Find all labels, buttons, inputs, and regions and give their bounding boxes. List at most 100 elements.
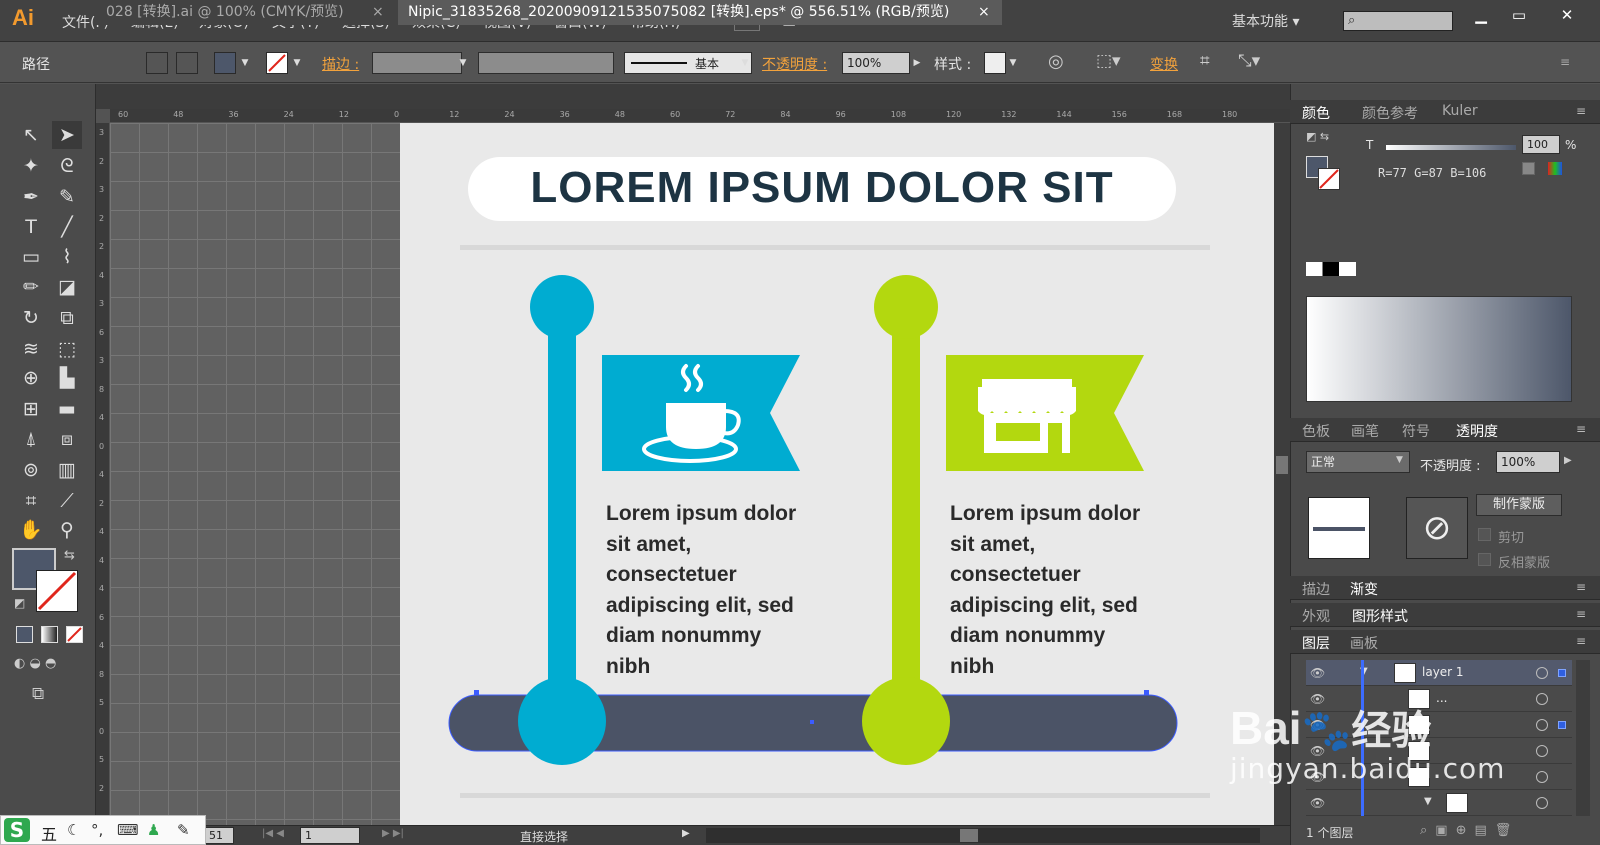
- opacity-panel-link[interactable]: 不透明度 :: [762, 54, 827, 74]
- brush-definition-select[interactable]: 基本: [624, 52, 752, 74]
- brush-dropdown-icon[interactable]: ▼: [738, 52, 752, 74]
- stroke-panel-link[interactable]: 描边 :: [322, 54, 359, 74]
- center-point[interactable]: [810, 720, 814, 724]
- tab-gradient[interactable]: 渐变: [1350, 579, 1378, 599]
- target-icon[interactable]: [1536, 745, 1548, 757]
- keyboard-icon[interactable]: ⌨: [117, 821, 139, 839]
- width-tool-icon[interactable]: ≋: [16, 335, 46, 363]
- first-page-icon[interactable]: |◀ ◀: [262, 828, 284, 839]
- out-of-gamut-icon[interactable]: [1522, 162, 1535, 175]
- zoom-tool-icon[interactable]: ⚲: [52, 516, 82, 544]
- stroke-dropdown-icon[interactable]: ▼: [290, 52, 304, 74]
- tab-stroke[interactable]: 描边: [1302, 579, 1330, 599]
- rectangle-tool-icon[interactable]: ▭: [16, 243, 46, 271]
- none-black-white-swatches[interactable]: [1306, 262, 1356, 276]
- anchor-point-icon[interactable]: [176, 52, 198, 74]
- blue-pole[interactable]: [548, 311, 576, 731]
- gradient-mode-icon[interactable]: [41, 626, 58, 643]
- curvature-tool-icon[interactable]: ✎: [52, 183, 82, 211]
- blend-tool-icon[interactable]: ⧈: [52, 425, 82, 453]
- moon-icon[interactable]: ☾: [67, 821, 80, 839]
- slice-tool-icon[interactable]: ⟋: [52, 487, 82, 515]
- wrench-icon[interactable]: ✎: [177, 821, 190, 839]
- control-bar-menu-icon[interactable]: ≡: [1560, 55, 1570, 69]
- disclosure-triangle-icon[interactable]: ▼: [1424, 796, 1432, 807]
- invert-mask-checkbox[interactable]: [1478, 553, 1491, 566]
- align-options-icon[interactable]: ⬚▾: [1096, 51, 1121, 71]
- punctuation-icon[interactable]: °,: [91, 821, 103, 839]
- shape-builder-tool-icon[interactable]: ⊕: [16, 364, 46, 392]
- ime-toolbar[interactable]: S 五 ☾ °, ⌨ ♟ ✎: [0, 815, 206, 845]
- transform-panel-link[interactable]: 变换: [1150, 54, 1178, 74]
- spectrum-icon[interactable]: [1548, 162, 1562, 175]
- target-icon[interactable]: [1536, 693, 1548, 705]
- minimize-button[interactable]: ▁: [1466, 4, 1496, 26]
- transform-box-icon[interactable]: ⌗: [1200, 51, 1210, 71]
- close-tab-icon[interactable]: ×: [372, 0, 384, 25]
- tab-brushes[interactable]: 画笔: [1351, 421, 1379, 441]
- fill-color-swatch[interactable]: [214, 52, 236, 74]
- rotate-tool-icon[interactable]: ↻: [16, 304, 46, 332]
- fill-dropdown-icon[interactable]: ▼: [238, 52, 252, 74]
- column-graph-tool-icon[interactable]: ▙: [52, 364, 82, 392]
- help-search-input[interactable]: ⌕: [1343, 11, 1453, 31]
- clip-checkbox[interactable]: [1478, 528, 1491, 541]
- color-mode-icon[interactable]: [16, 626, 33, 643]
- gradient-tool-icon[interactable]: ▬: [52, 395, 82, 423]
- skin-icon[interactable]: ♟: [147, 821, 160, 839]
- line-tool-icon[interactable]: ╱: [52, 213, 82, 241]
- transparency-opacity-input[interactable]: 100%: [1496, 451, 1560, 473]
- flip-options-icon[interactable]: ⤡▾: [1238, 51, 1260, 71]
- body-text-left[interactable]: Lorem ipsum dolor sit amet, consectetuer…: [606, 499, 836, 682]
- recolor-artwork-icon[interactable]: ◎: [1048, 51, 1064, 72]
- paintbrush-tool-icon[interactable]: ⌇: [52, 243, 82, 271]
- stroke-weight-field[interactable]: [372, 52, 462, 74]
- tab-transparency[interactable]: 透明度: [1456, 421, 1498, 441]
- body-text-right[interactable]: Lorem ipsum dolor sit amet, consectetuer…: [950, 499, 1180, 682]
- tab-swatches[interactable]: 色板: [1302, 421, 1330, 441]
- hand-tool-icon[interactable]: ✋: [16, 516, 46, 544]
- eye-icon[interactable]: 👁: [1310, 666, 1325, 680]
- artboard-number-input[interactable]: 1: [300, 827, 360, 844]
- close-window-button[interactable]: ✕: [1552, 4, 1582, 26]
- panel-menu-icon[interactable]: ≡: [1576, 104, 1586, 118]
- color-spectrum-ramp[interactable]: [1306, 296, 1572, 402]
- horizontal-scrollbar-thumb[interactable]: [960, 829, 978, 842]
- pencil-tool-icon[interactable]: ✏: [16, 273, 46, 301]
- layer-row[interactable]: 👁 ▼ layer 1: [1306, 660, 1572, 686]
- tab-color-guide[interactable]: 颜色参考: [1362, 103, 1418, 123]
- screen-mode-icon[interactable]: ⧉: [32, 684, 44, 704]
- tab-layers[interactable]: 图层: [1302, 633, 1330, 653]
- variable-width-profile[interactable]: [478, 52, 614, 74]
- symbol-sprayer-tool-icon[interactable]: ⊚: [16, 456, 46, 484]
- panel-menu-icon[interactable]: ≡: [1576, 422, 1586, 436]
- artboard-tool-icon[interactable]: ⌗: [16, 487, 46, 515]
- free-transform-tool-icon[interactable]: ⬚: [52, 335, 82, 363]
- bar-graph-tool-icon[interactable]: ▥: [52, 456, 82, 484]
- make-mask-button[interactable]: 制作蒙版: [1476, 494, 1562, 516]
- pasteboard[interactable]: [110, 123, 400, 825]
- panel-menu-icon[interactable]: ≡: [1576, 607, 1586, 621]
- tab-graphic-styles[interactable]: 图形样式: [1352, 606, 1408, 626]
- none-mode-icon[interactable]: [66, 626, 83, 643]
- next-page-icon[interactable]: ▶ ▶|: [382, 828, 404, 839]
- lasso-tool-icon[interactable]: ᘓ: [52, 152, 82, 180]
- anchor-point[interactable]: [1144, 690, 1149, 695]
- opacity-input[interactable]: 100%: [842, 52, 910, 74]
- tab-symbols[interactable]: 符号: [1402, 421, 1430, 441]
- ime-mode[interactable]: 五: [41, 821, 57, 845]
- layers-footer-icons[interactable]: ⌕▣⊕▤🗑: [1420, 823, 1519, 838]
- target-icon[interactable]: [1536, 771, 1548, 783]
- opacity-arrow-icon[interactable]: ▶: [910, 52, 924, 74]
- panel-menu-icon[interactable]: ≡: [1576, 634, 1586, 648]
- target-icon[interactable]: [1536, 667, 1548, 679]
- blue-bottom-dot[interactable]: [518, 677, 606, 765]
- layer-name[interactable]: layer 1: [1422, 665, 1464, 679]
- green-top-dot[interactable]: [874, 275, 938, 339]
- tab-appearance[interactable]: 外观: [1302, 606, 1330, 626]
- artboard[interactable]: LOREM IPSUM DOLOR SIT Lorem ipsum dolor …: [400, 123, 1274, 825]
- selection-indicator[interactable]: [1558, 669, 1566, 677]
- isolate-group-icon[interactable]: [146, 52, 168, 74]
- layers-scrollbar[interactable]: [1576, 660, 1590, 816]
- eye-icon[interactable]: 👁: [1310, 796, 1325, 810]
